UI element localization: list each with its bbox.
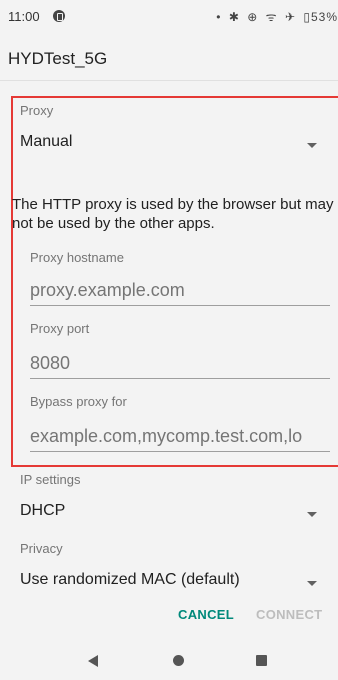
dialog-actions: CANCEL CONNECT <box>0 589 338 640</box>
dot-icon: • <box>216 10 222 24</box>
bypass-proxy-label: Bypass proxy for <box>30 394 127 409</box>
cancel-button[interactable]: CANCEL <box>178 607 234 622</box>
navigation-bar <box>0 640 338 680</box>
proxy-port-field[interactable]: 8080 <box>30 349 330 379</box>
vibrate-icon: ⊕ <box>247 10 259 24</box>
battery-icon: ▯53% <box>303 10 338 24</box>
privacy-label: Privacy <box>20 541 63 556</box>
proxy-selected: Manual <box>20 133 73 150</box>
back-icon[interactable] <box>88 655 98 667</box>
proxy-info-text: The HTTP proxy is used by the browser bu… <box>12 196 334 232</box>
privacy-spinner[interactable]: Use randomized MAC (default) <box>15 563 333 589</box>
privacy-selected: Use randomized MAC (default) <box>20 571 240 588</box>
proxy-hostname-field[interactable]: proxy.example.com <box>30 276 330 306</box>
dropdown-arrow-icon <box>307 581 317 586</box>
status-icons: • ✱ ⊕ ᯤ ✈ ▯53% <box>213 8 338 25</box>
proxy-port-label: Proxy port <box>30 321 90 336</box>
home-icon[interactable] <box>173 655 184 666</box>
status-time: 11:00 <box>8 9 40 24</box>
recents-icon[interactable] <box>256 655 267 666</box>
status-bar: 11:00 • ✱ ⊕ ᯤ ✈ ▯53% <box>0 0 338 32</box>
bluetooth-icon: ✱ <box>228 10 240 24</box>
dropdown-arrow-icon <box>307 143 317 148</box>
proxy-spinner[interactable]: Manual <box>15 125 333 155</box>
connect-button[interactable]: CONNECT <box>256 607 322 622</box>
proxy-label: Proxy <box>20 103 54 118</box>
notification-icon <box>53 10 65 22</box>
proxy-hostname-label: Proxy hostname <box>30 250 124 265</box>
dialog-content[interactable]: Proxy Manual The HTTP proxy is used by t… <box>0 81 338 589</box>
wifi-icon: ᯤ <box>265 10 278 24</box>
dialog-header: HYDTest_5G <box>0 32 338 81</box>
ip-settings-label: IP settings <box>20 472 81 487</box>
dialog-title: HYDTest_5G <box>8 49 108 68</box>
ip-settings-selected: DHCP <box>20 502 66 519</box>
dropdown-arrow-icon <box>307 512 317 517</box>
ip-settings-spinner[interactable]: DHCP <box>15 494 333 524</box>
airplane-icon: ✈ <box>284 10 297 24</box>
bypass-proxy-field[interactable]: example.com,mycomp.test.com,lo <box>30 422 330 452</box>
